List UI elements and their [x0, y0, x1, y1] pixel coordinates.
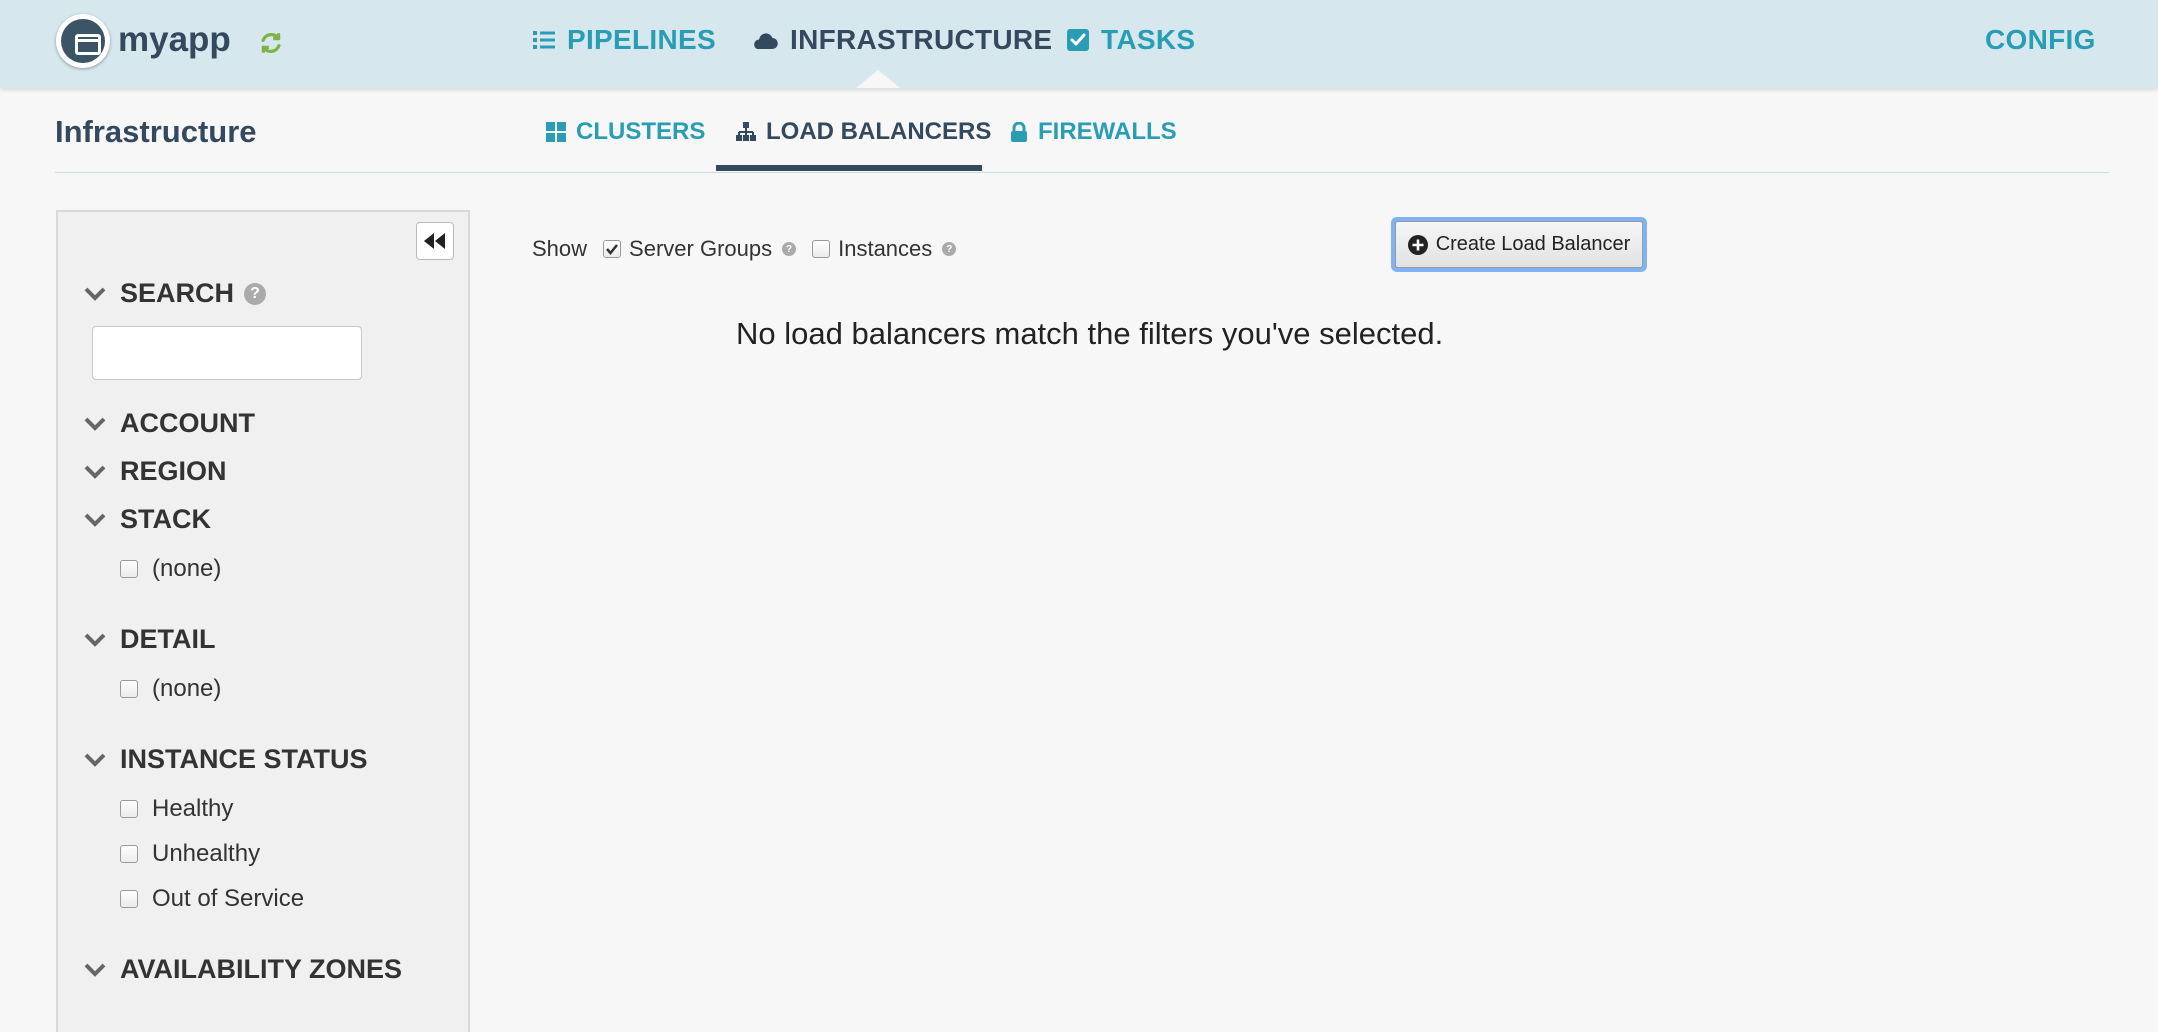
app-logo-icon[interactable] — [56, 14, 110, 68]
tab-clusters-label: CLUSTERS — [576, 118, 706, 145]
active-tab-indicator — [716, 165, 982, 171]
chevron-down-icon — [84, 633, 106, 647]
filter-account-label: ACCOUNT — [120, 408, 255, 438]
page-title: Infrastructure — [55, 114, 257, 149]
nav-infrastructure[interactable]: INFRASTRUCTURE — [750, 24, 1052, 56]
checkbox[interactable] — [120, 890, 138, 908]
filter-detail-heading[interactable]: DETAIL — [84, 624, 216, 655]
detail-option-none[interactable]: (none) — [120, 675, 221, 703]
empty-state-message: No load balancers match the filters you'… — [736, 316, 1444, 351]
help-icon[interactable]: ? — [942, 242, 957, 256]
show-options-row: Show Server Groups ? Instances ? — [532, 236, 972, 262]
active-nav-pointer — [856, 70, 900, 88]
filter-stack-heading[interactable]: STACK — [84, 504, 211, 535]
top-navbar: myapp PIPELINES INFRASTRUCTURE TASKS CON… — [0, 0, 2158, 88]
instances-label: Instances — [838, 236, 933, 261]
refresh-icon[interactable] — [258, 30, 284, 56]
header-divider — [55, 172, 2109, 173]
status-option-healthy[interactable]: Healthy — [120, 795, 233, 823]
filter-availability-zones-heading[interactable]: AVAILABILITY ZONES — [84, 954, 402, 985]
nav-pipelines[interactable]: PIPELINES — [533, 24, 716, 56]
checkbox[interactable] — [812, 240, 831, 258]
filter-detail-label: DETAIL — [120, 624, 216, 654]
chevron-down-icon — [84, 417, 106, 431]
filter-availability-zones-label: AVAILABILITY ZONES — [120, 954, 403, 984]
nav-config[interactable]: CONFIG — [1985, 24, 2096, 56]
filter-stack-label: STACK — [120, 504, 211, 534]
lock-icon — [1011, 122, 1027, 142]
cloud-icon — [754, 33, 778, 50]
filter-search-heading[interactable]: SEARCH ? — [84, 278, 267, 309]
tab-load-balancers[interactable]: LOAD BALANCERS — [736, 118, 991, 146]
checkbox[interactable] — [120, 845, 138, 863]
show-instances-option[interactable]: Instances ? — [812, 236, 957, 262]
filter-region-label: REGION — [120, 456, 227, 486]
nav-tasks-label: TASKS — [1101, 24, 1196, 55]
help-icon[interactable]: ? — [782, 242, 797, 256]
checkbox[interactable] — [120, 560, 138, 578]
nav-infrastructure-label: INFRASTRUCTURE — [790, 24, 1053, 55]
tab-firewalls[interactable]: FIREWALLS — [1010, 118, 1177, 146]
nav-pipelines-label: PIPELINES — [567, 24, 716, 55]
collapse-sidebar-button[interactable] — [416, 222, 454, 260]
chevron-down-icon — [84, 513, 106, 527]
status-option-out-of-service[interactable]: Out of Service — [120, 885, 304, 913]
chevron-down-icon — [84, 287, 106, 301]
list-icon — [533, 31, 555, 49]
search-input[interactable] — [92, 326, 362, 380]
chevron-down-icon — [84, 963, 106, 977]
option-label: Healthy — [152, 795, 234, 822]
server-groups-label: Server Groups — [629, 236, 773, 261]
option-label: (none) — [152, 555, 222, 582]
chevron-down-icon — [84, 465, 106, 479]
show-label: Show — [532, 236, 588, 261]
checkmark-icon — [606, 244, 619, 255]
filter-search-label: SEARCH — [120, 278, 235, 308]
option-label: Unhealthy — [152, 840, 261, 867]
sitemap-icon — [736, 122, 756, 141]
filter-instance-status-heading[interactable]: INSTANCE STATUS — [84, 744, 368, 775]
nav-tasks[interactable]: TASKS — [1067, 24, 1195, 56]
app-name[interactable]: myapp — [118, 20, 231, 60]
create-load-balancer-label: Create Load Balancer — [1435, 233, 1631, 255]
grid-icon — [546, 122, 566, 142]
tab-load-balancers-label: LOAD BALANCERS — [766, 118, 992, 145]
nav-config-label: CONFIG — [1985, 24, 2096, 55]
double-chevron-left-icon — [424, 233, 445, 249]
stack-option-none[interactable]: (none) — [120, 555, 221, 583]
checkbox[interactable] — [120, 800, 138, 818]
status-option-unhealthy[interactable]: Unhealthy — [120, 840, 260, 868]
chevron-down-icon — [84, 753, 106, 767]
filter-account-heading[interactable]: ACCOUNT — [84, 408, 255, 439]
option-label: (none) — [152, 675, 222, 702]
tab-firewalls-label: FIREWALLS — [1038, 118, 1177, 145]
plus-circle-icon — [1407, 234, 1428, 255]
filter-region-heading[interactable]: REGION — [84, 456, 227, 487]
checkbox-square-icon — [1067, 29, 1089, 51]
filter-instance-status-label: INSTANCE STATUS — [120, 744, 368, 774]
show-server-groups-option[interactable]: Server Groups ? — [603, 236, 797, 262]
tab-clusters[interactable]: CLUSTERS — [546, 118, 705, 146]
option-label: Out of Service — [152, 885, 305, 912]
checkbox[interactable] — [120, 680, 138, 698]
checkbox-checked[interactable] — [603, 240, 622, 258]
help-icon[interactable]: ? — [244, 282, 267, 305]
create-load-balancer-button[interactable]: Create Load Balancer — [1391, 217, 1647, 272]
